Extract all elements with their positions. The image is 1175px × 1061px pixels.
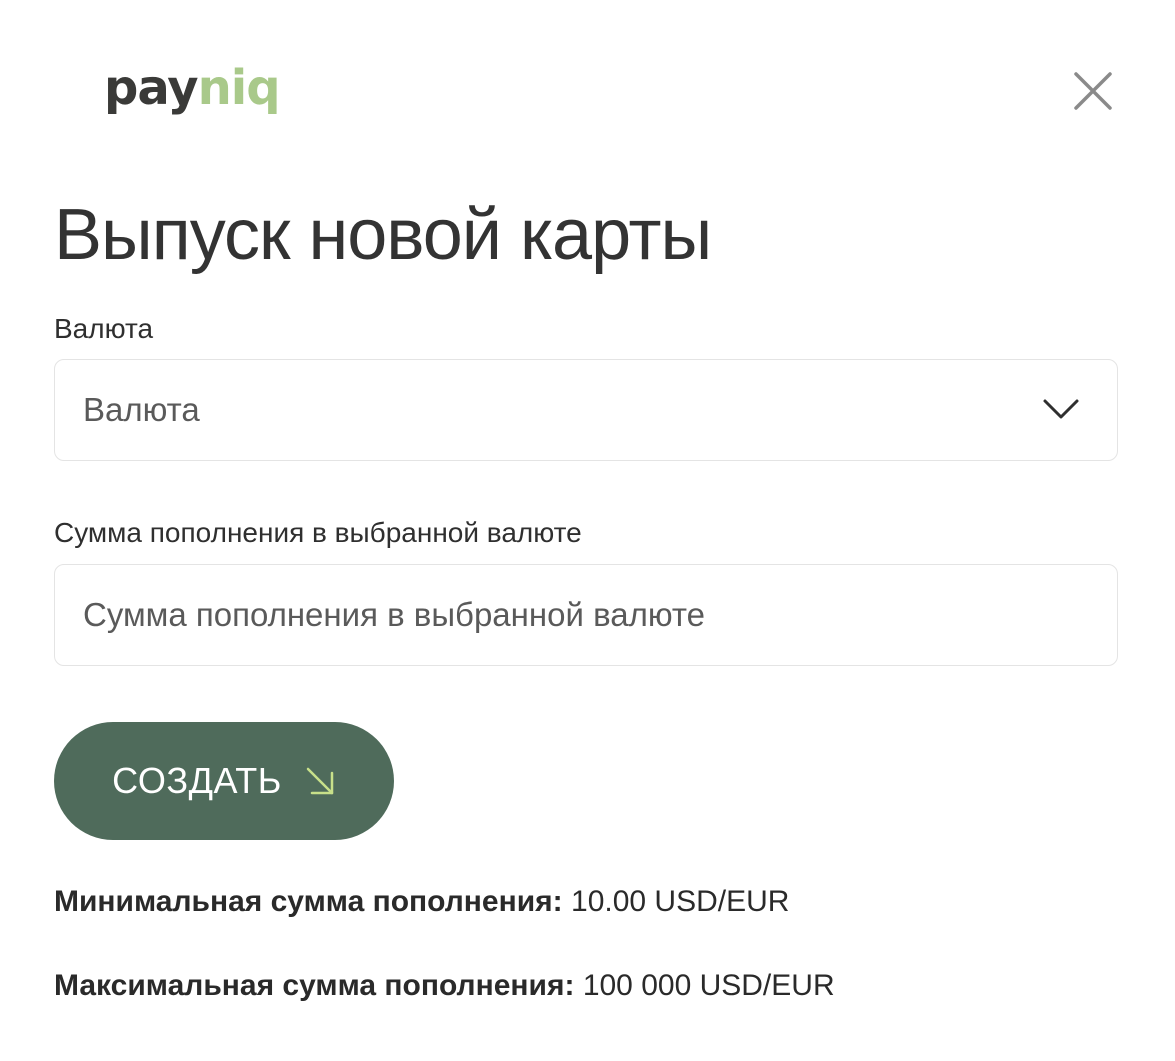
close-button[interactable] — [1060, 58, 1126, 124]
currency-select-placeholder: Валюта — [83, 391, 200, 428]
amount-label: Сумма пополнения в выбранной валюте — [54, 517, 582, 548]
max-amount-label: Максимальная сумма пополнения: — [54, 969, 575, 1002]
create-button[interactable]: СОЗДАТЬ — [54, 722, 394, 840]
logo-text-niq: niq — [197, 60, 281, 116]
chevron-down-icon — [1043, 399, 1079, 419]
payniq-logo: payniq — [104, 64, 281, 112]
min-amount-info: Минимальная сумма пополнения: 10.00 USD/… — [54, 884, 789, 920]
create-button-label: СОЗДАТЬ — [112, 760, 282, 801]
close-icon — [1074, 72, 1112, 110]
page-title: Выпуск новой карты — [54, 195, 712, 275]
max-amount-value: 100 000 USD/EUR — [582, 969, 835, 1002]
amount-input[interactable] — [55, 565, 1117, 665]
max-amount-info: Максимальная сумма пополнения: 100 000 U… — [54, 968, 835, 1004]
currency-label: Валюта — [54, 313, 154, 344]
amount-field-wrapper — [54, 564, 1118, 666]
arrow-down-right-icon — [306, 767, 334, 795]
new-card-modal: payniq Выпуск новой карты Валюта Валюта … — [0, 0, 1175, 1061]
min-amount-label: Минимальная сумма пополнения: — [54, 885, 563, 918]
logo-text-pay: pay — [104, 60, 199, 116]
currency-select[interactable]: Валюта — [54, 359, 1118, 461]
min-amount-value: 10.00 USD/EUR — [571, 885, 790, 918]
